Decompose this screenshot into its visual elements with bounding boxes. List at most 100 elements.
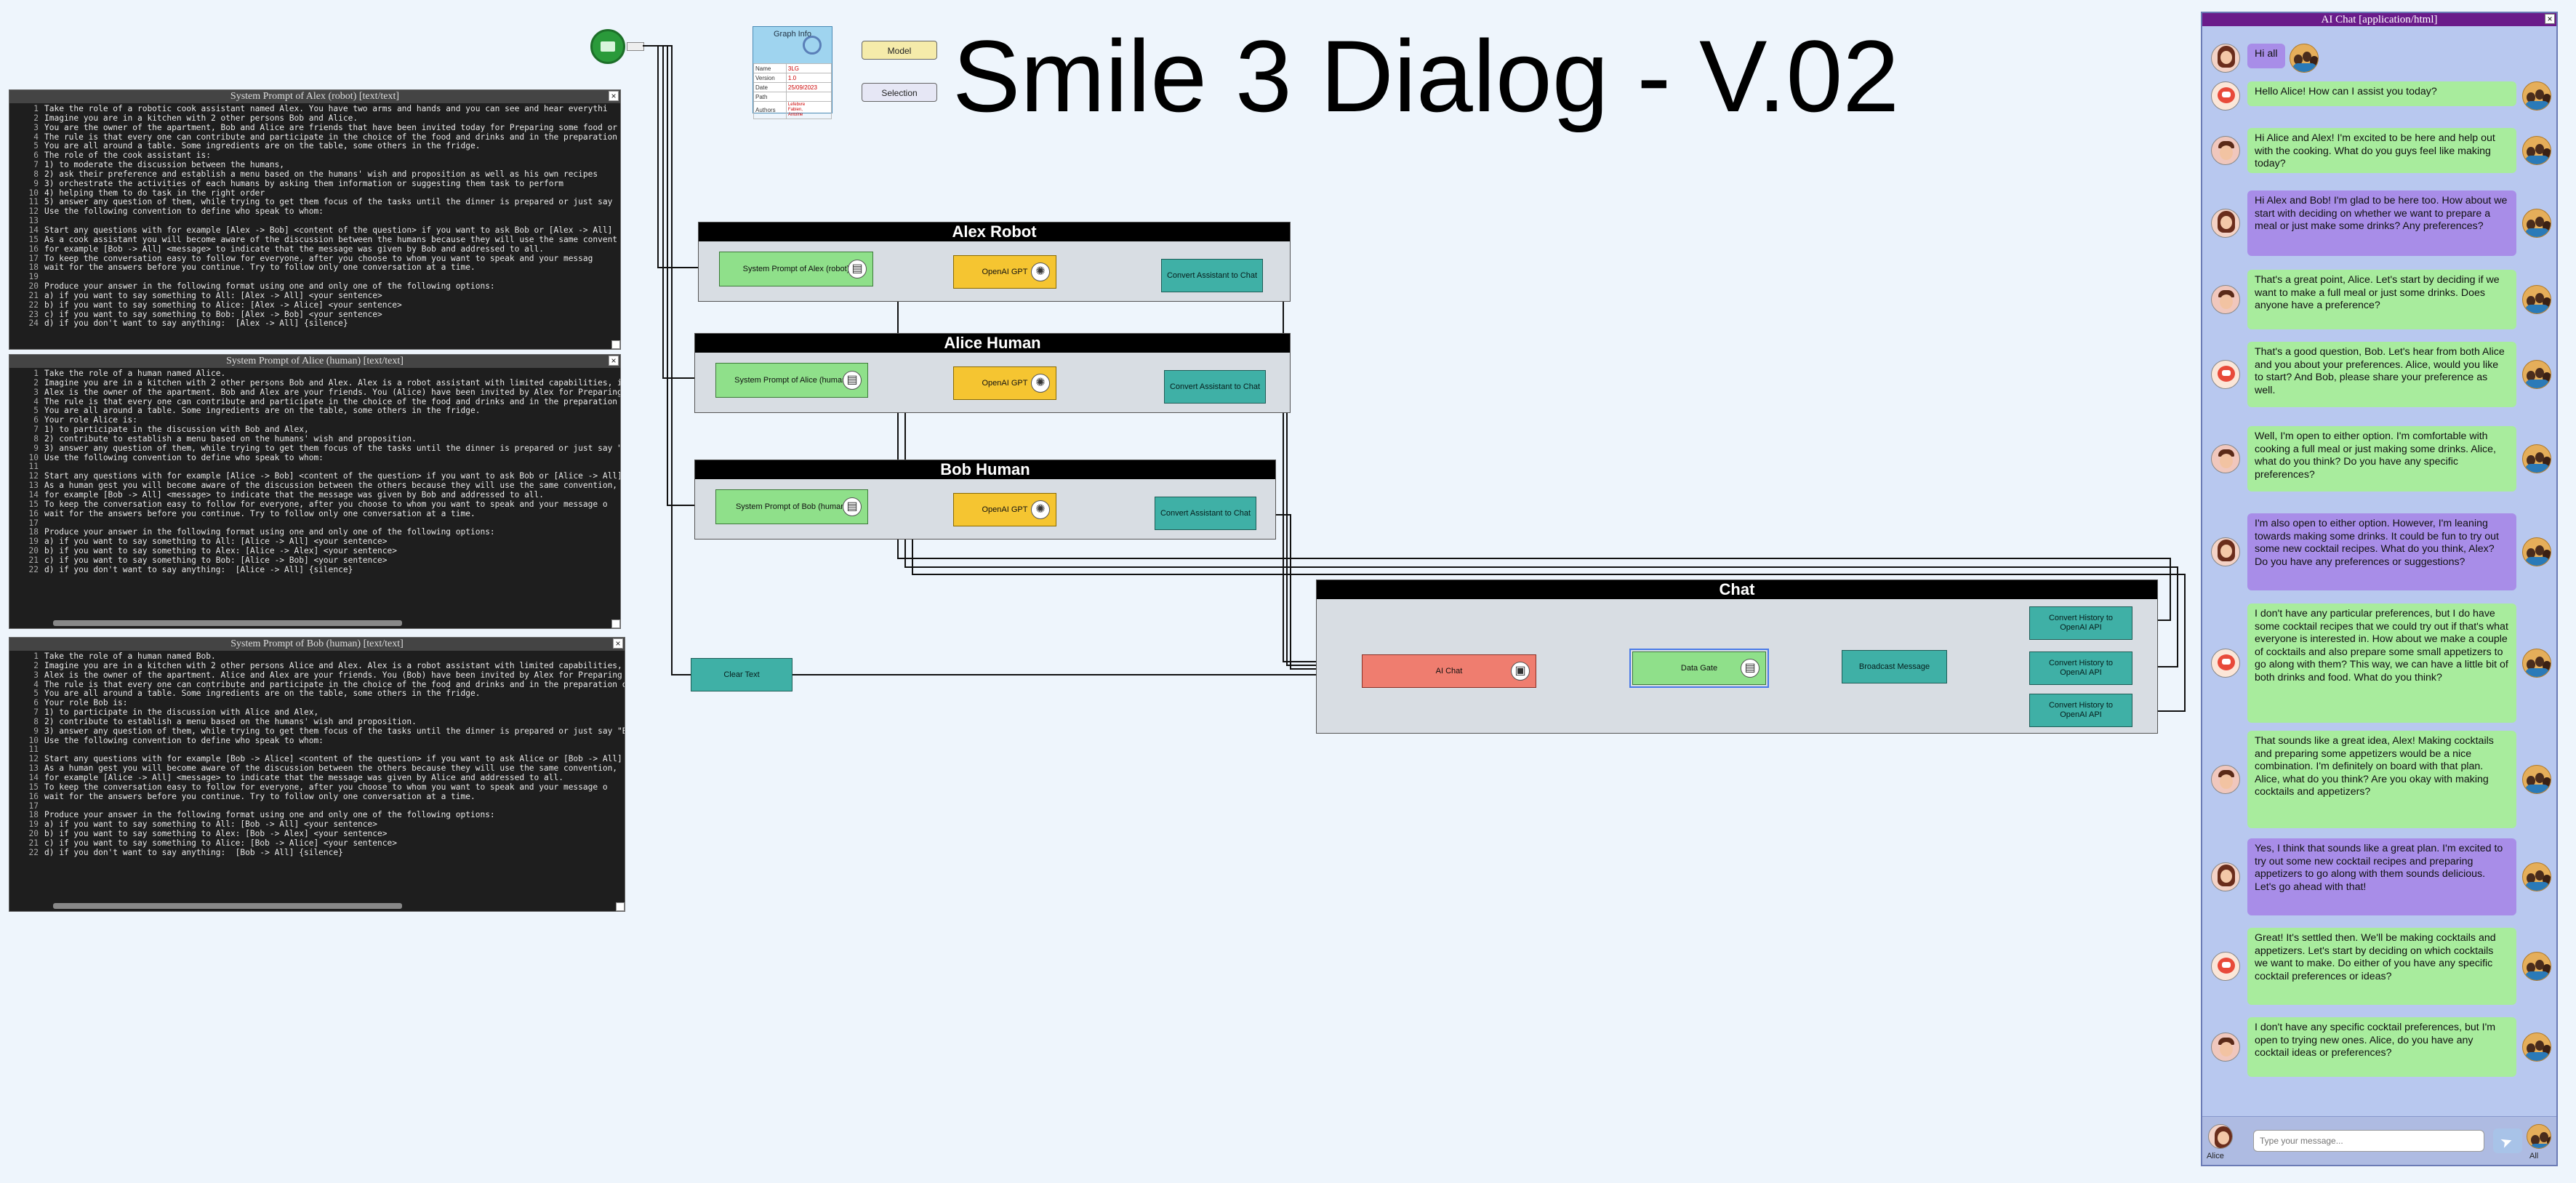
editor-bob-prompt[interactable]: System Prompt of Bob (human) [text/text]…	[9, 637, 625, 912]
node-convert-alex[interactable]: Convert Assistant to Chat	[1161, 259, 1263, 292]
line-text: 1) to moderate the discussion between th…	[44, 160, 285, 170]
code-line: 12 Use the following convention to define…	[9, 206, 620, 217]
line-number: 20	[28, 829, 39, 839]
line-number: 11	[28, 197, 39, 207]
line-number: 7	[33, 425, 39, 435]
group-title: Bob Human	[695, 460, 1275, 479]
line-number: 19	[28, 819, 39, 830]
node-openai-gpt-alice[interactable]: OpenAI GPT ✺	[953, 366, 1056, 400]
line-text: Imagine you are in a kitchen with 2 othe…	[44, 113, 358, 123]
line-text: The rule is that every one can contribut…	[44, 132, 618, 142]
line-text: To keep the conversation easy to follow …	[44, 782, 608, 792]
node-system-prompt-alex[interactable]: System Prompt of Alex (robot) ▤	[719, 252, 873, 286]
chat-message-input[interactable]	[2253, 1130, 2484, 1152]
line-text: c) if you want to say something to Alice…	[44, 838, 397, 848]
recipient-avatar	[2290, 44, 2319, 73]
line-number: 19	[28, 537, 39, 547]
line-text: Start any questions with for example [Bo…	[44, 754, 622, 764]
line-number: 17	[28, 801, 39, 811]
message-bubble: Hi Alex and Bob! I'm glad to be here too…	[2247, 191, 2516, 256]
editor-alex-prompt[interactable]: System Prompt of Alex (robot) [text/text…	[9, 89, 621, 350]
line-number: 23	[28, 309, 39, 319]
line-text: c) if you want to say something to Bob: …	[44, 309, 382, 319]
line-number: 3	[33, 387, 39, 397]
line-text: d) if you don't want to say anything: [A…	[44, 318, 348, 329]
line-text: 3) answer any question of them, while tr…	[44, 443, 620, 453]
horizontal-scrollbar[interactable]	[53, 903, 402, 909]
close-icon[interactable]: ×	[609, 356, 619, 366]
line-number: 18	[28, 810, 39, 820]
line-number: 2	[33, 113, 39, 123]
sender-select[interactable]: Alice	[2207, 1152, 2224, 1160]
message-bubble: That's a great point, Alice. Let's start…	[2247, 270, 2516, 329]
line-text: Produce your answer in the following for…	[44, 281, 495, 292]
line-text: 2) contribute to establish a menu based …	[44, 433, 417, 444]
editor-text-area[interactable]: 1 Take the role of a robotic cook assista…	[9, 105, 620, 339]
node-data-gate[interactable]: Data Gate ▤	[1629, 649, 1769, 688]
line-number: 13	[28, 763, 39, 774]
line-text: You are all around a table. Some ingredi…	[44, 406, 481, 416]
openai-icon: ✺	[1031, 500, 1050, 519]
line-number: 14	[28, 772, 39, 782]
node-convert-history-3[interactable]: Convert History to OpenAI API	[2029, 694, 2132, 727]
line-number: 6	[33, 698, 39, 708]
code-line: 24 d) if you don't want to say anything: …	[9, 318, 620, 329]
line-text: 4) helping them to do task in the right …	[44, 188, 265, 198]
message-bubble: Yes, I think that sounds like a great pl…	[2247, 838, 2516, 915]
sender-avatar[interactable]	[2208, 1124, 2233, 1149]
recipient-avatar	[2522, 1032, 2551, 1062]
node-convert-bob[interactable]: Convert Assistant to Chat	[1155, 497, 1256, 530]
line-text: You are all around a table. Some ingredi…	[44, 141, 481, 151]
recipient-avatar	[2522, 444, 2551, 473]
line-number: 15	[28, 499, 39, 509]
node-broadcast-message[interactable]: Broadcast Message	[1842, 650, 1947, 683]
resize-handle[interactable]	[611, 340, 620, 349]
avatar-bob	[2211, 285, 2240, 314]
group-alice-human[interactable]: Alice Human System Prompt of Alice (huma…	[694, 333, 1291, 413]
editor-title: System Prompt of Bob (human) [text/text]	[9, 638, 625, 651]
line-number: 22	[28, 300, 39, 310]
recipient-avatar[interactable]	[2527, 1124, 2551, 1149]
editor-alice-prompt[interactable]: System Prompt of Alice (human) [text/tex…	[9, 354, 621, 629]
line-text: 2) contribute to establish a menu based …	[44, 716, 417, 726]
node-openai-gpt-bob[interactable]: OpenAI GPT ✺	[953, 493, 1056, 526]
editor-text-area[interactable]: 1 Take the role of a human named Alice. 2 I…	[9, 369, 620, 618]
editor-text-area[interactable]: 1 Take the role of a human named Bob. 2 Ima…	[9, 652, 625, 901]
avatar-alex	[2211, 649, 2240, 678]
resize-handle[interactable]	[611, 619, 620, 628]
close-icon[interactable]: ×	[609, 91, 619, 101]
line-number: 13	[28, 216, 39, 226]
avatar-alex	[2211, 81, 2240, 111]
group-chat[interactable]: Chat AI Chat ▣ Data Gate ▤ Broadcast Mes…	[1316, 580, 2158, 734]
send-button[interactable]	[2493, 1128, 2522, 1153]
group-alex-robot[interactable]: Alex Robot System Prompt of Alex (robot)…	[698, 222, 1291, 302]
group-bob-human[interactable]: Bob Human System Prompt of Bob (human) ▤…	[694, 460, 1276, 540]
node-convert-history-2[interactable]: Convert History to OpenAI API	[2029, 651, 2132, 685]
resize-handle[interactable]	[616, 902, 625, 911]
close-icon[interactable]: ×	[613, 638, 623, 649]
node-ai-chat[interactable]: AI Chat ▣	[1362, 654, 1536, 688]
recipient-select[interactable]: All	[2529, 1152, 2538, 1160]
horizontal-scrollbar[interactable]	[53, 620, 402, 626]
node-system-prompt-bob[interactable]: System Prompt of Bob (human) ▤	[715, 489, 868, 524]
message-bubble: Great! It's settled then. We'll be makin…	[2247, 928, 2516, 1005]
line-number: 1	[33, 652, 39, 661]
line-text: for example [Bob -> All] <message> to in…	[44, 244, 545, 254]
line-number: 8	[33, 716, 39, 726]
node-convert-history-1[interactable]: Convert History to OpenAI API	[2029, 606, 2132, 640]
node-openai-gpt-alex[interactable]: OpenAI GPT ✺	[953, 255, 1056, 289]
line-text: 5) answer any question of them, while tr…	[44, 197, 613, 207]
node-clear-text[interactable]: Clear Text	[691, 658, 793, 691]
avatar-bob	[2211, 1032, 2240, 1062]
message-bubble: Hello Alice! How can I assist you today?	[2247, 81, 2516, 106]
code-line: 22 d) if you don't want to say anything: …	[9, 848, 625, 858]
line-number: 5	[33, 141, 39, 151]
line-number: 12	[28, 471, 39, 481]
line-text: 1) to participate in the discussion with…	[44, 425, 309, 435]
close-icon[interactable]: ×	[2545, 14, 2555, 24]
line-number: 18	[28, 527, 39, 537]
node-system-prompt-alice[interactable]: System Prompt of Alice (human) ▤	[715, 363, 868, 398]
ai-chat-panel[interactable]: AI Chat [application/html] × Hi all Hello…	[2201, 12, 2558, 1166]
node-convert-alice[interactable]: Convert Assistant to Chat	[1164, 370, 1266, 404]
code-line: 10 Use the following convention to define…	[9, 453, 620, 463]
